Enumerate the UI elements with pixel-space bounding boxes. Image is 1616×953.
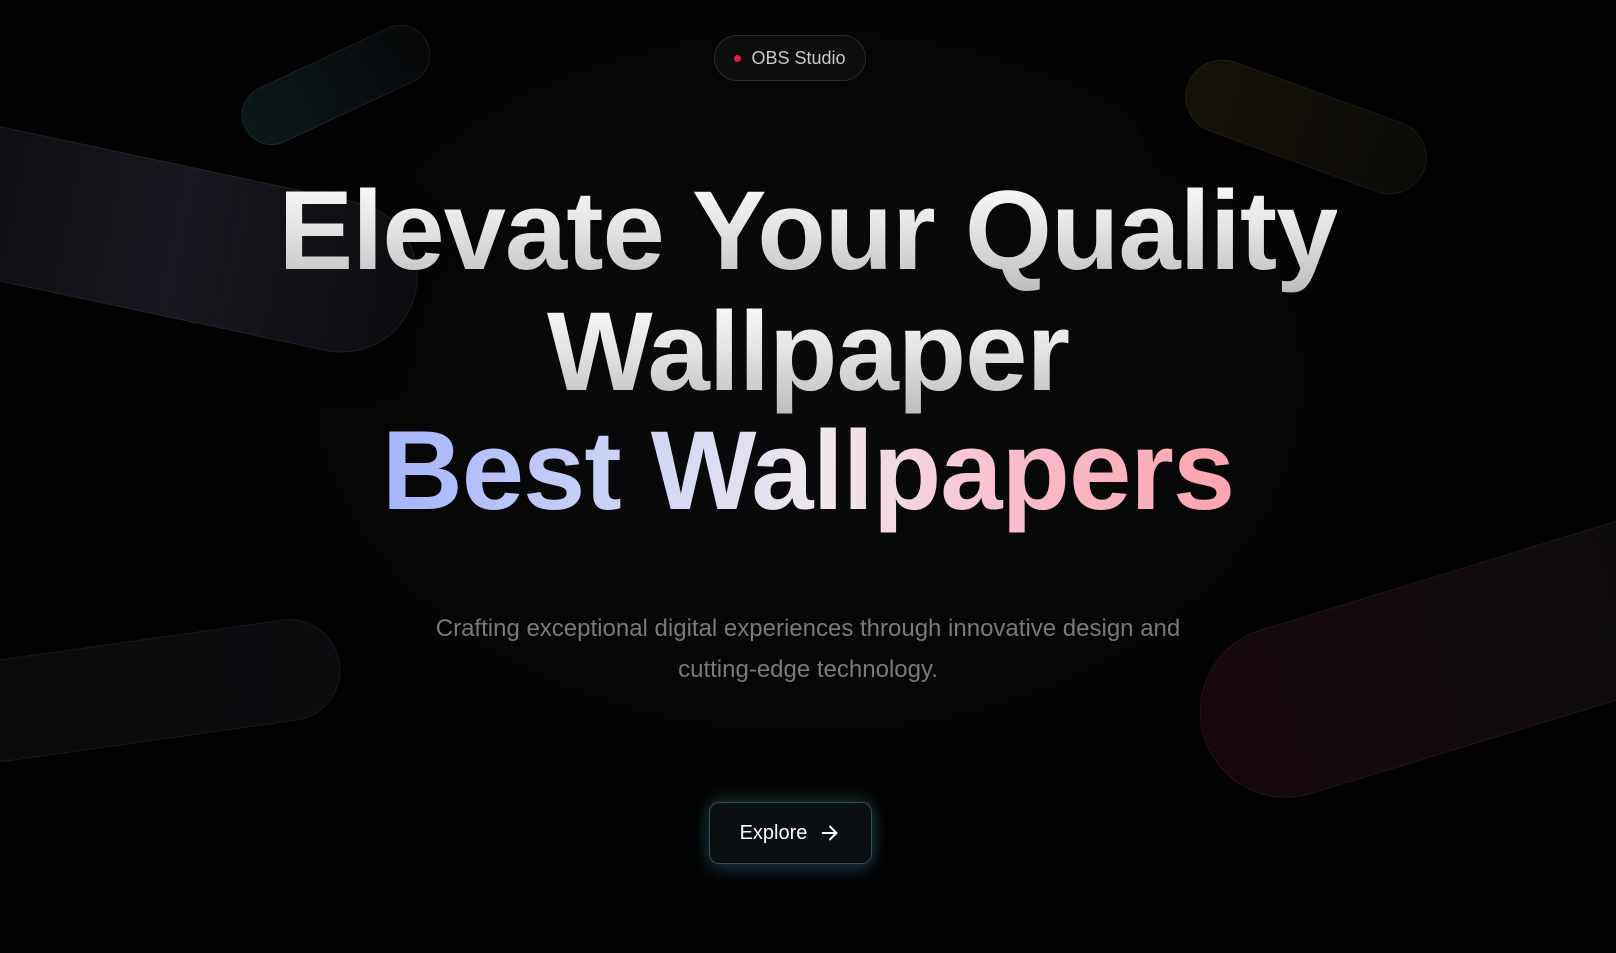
hero-title-text: Wallpaper — [546, 289, 1070, 414]
hero-title-line-3: Best Wallpapers — [0, 415, 1616, 527]
brand-badge: OBS Studio — [714, 35, 866, 81]
hero-title-gradient-text: Best Wallpapers — [381, 408, 1235, 533]
decorative-pill-shape — [0, 612, 348, 770]
decorative-pill-shape — [231, 15, 441, 155]
hero-title-line-1: Elevate Your Quality — [0, 175, 1616, 287]
hero-title-line-2: Wallpaper — [0, 296, 1616, 408]
hero-title-text: Elevate Your Quality — [278, 168, 1339, 293]
explore-button[interactable]: Explore — [709, 802, 872, 864]
status-dot-icon — [734, 54, 742, 62]
hero-section: OBS Studio Elevate Your Quality Wallpape… — [0, 0, 1616, 953]
badge-label: OBS Studio — [751, 47, 846, 68]
explore-button-label: Explore — [739, 821, 808, 844]
arrow-right-icon — [822, 825, 838, 841]
hero-subtitle: Crafting exceptional digital experiences… — [435, 615, 1181, 683]
